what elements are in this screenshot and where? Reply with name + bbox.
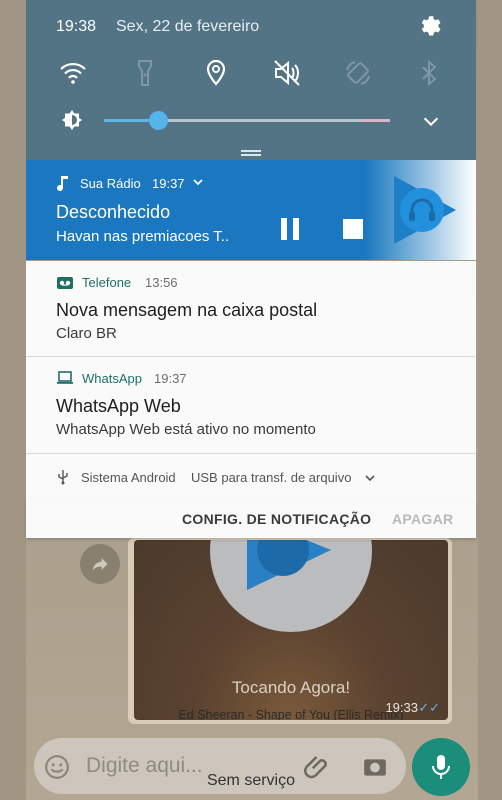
notification-settings-button[interactable]: CONFIG. DE NOTIFICAÇÃO bbox=[182, 511, 371, 527]
whatsapp-app-name: WhatsApp bbox=[82, 371, 142, 386]
whatsapp-title: WhatsApp Web bbox=[56, 396, 181, 416]
message-time: 19:33 bbox=[385, 700, 418, 715]
whatsapp-time: 19:37 bbox=[154, 371, 187, 386]
telefone-body: Claro BR bbox=[56, 325, 117, 342]
radio-time: 19:37 bbox=[152, 176, 185, 191]
brightness-track-end bbox=[362, 119, 390, 122]
stop-icon[interactable] bbox=[342, 218, 364, 240]
whatsapp-web-notification[interactable]: WhatsApp 19:37 WhatsApp Web WhatsApp Web… bbox=[26, 357, 476, 454]
pause-icon[interactable] bbox=[278, 216, 302, 242]
radio-track-title: Desconhecido bbox=[56, 202, 171, 222]
brightness-icon bbox=[62, 110, 82, 130]
message-image[interactable]: Tocando Agora! Ed Sheeran - Shape of You… bbox=[134, 540, 448, 720]
whatsapp-body: WhatsApp Web está ativo no momento bbox=[56, 421, 316, 438]
voicemail-icon bbox=[57, 277, 73, 289]
chevron-down-icon[interactable] bbox=[364, 472, 376, 484]
chevron-down-icon[interactable] bbox=[420, 110, 442, 132]
forward-button[interactable] bbox=[80, 544, 120, 584]
notification-actions: CONFIG. DE NOTIFICAÇÃO APAGAR bbox=[26, 500, 476, 538]
radio-notification[interactable]: Sua Rádio 19:37 Desconhecido Havan nas p… bbox=[26, 160, 476, 260]
no-service-label: Sem serviço bbox=[206, 772, 296, 789]
android-text: USB para transf. de arquivo bbox=[191, 470, 352, 485]
radio-track-subtitle: Havan nas premiacoes T.. bbox=[56, 228, 230, 245]
chat-background-edge-right bbox=[478, 0, 502, 800]
voicemail-notification[interactable]: Telefone 13:56 Nova mensagem na caixa po… bbox=[26, 261, 476, 357]
drag-handle[interactable] bbox=[241, 150, 261, 156]
radio-logo-icon bbox=[394, 176, 456, 244]
now-playing-label: Tocando Agora! bbox=[231, 678, 351, 697]
music-note-icon bbox=[57, 176, 68, 191]
auto-rotate-icon[interactable] bbox=[343, 58, 373, 88]
radio-app-name: Sua Rádio bbox=[80, 176, 141, 191]
telefone-app-name: Telefone bbox=[82, 275, 132, 290]
android-app-name: Sistema Android bbox=[81, 470, 176, 485]
flashlight-icon[interactable] bbox=[130, 58, 160, 88]
wifi-icon[interactable] bbox=[58, 58, 88, 88]
sound-muted-icon[interactable] bbox=[272, 58, 302, 88]
chat-background-edge-left bbox=[0, 0, 26, 800]
date[interactable]: Sex, 22 de fevereiro bbox=[116, 18, 259, 36]
brightness-slider-thumb[interactable] bbox=[149, 111, 169, 130]
telefone-title: Nova mensagem na caixa postal bbox=[56, 300, 318, 320]
telefone-time: 13:56 bbox=[145, 275, 178, 290]
usb-notification[interactable]: Sistema Android USB para transf. de arqu… bbox=[26, 454, 476, 501]
laptop-icon bbox=[57, 371, 73, 384]
usb-icon bbox=[58, 470, 68, 485]
chevron-down-icon[interactable] bbox=[192, 176, 204, 188]
clock: 19:38 bbox=[56, 18, 97, 35]
clear-all-button[interactable]: APAGAR bbox=[392, 511, 453, 527]
radio-logo-icon bbox=[247, 540, 331, 590]
location-icon[interactable] bbox=[201, 58, 231, 88]
forward-icon bbox=[92, 558, 108, 571]
quick-settings-panel: 19:38 Sex, 22 de fevereiro bbox=[26, 0, 476, 160]
bluetooth-icon[interactable] bbox=[414, 58, 444, 88]
gear-icon[interactable] bbox=[416, 13, 442, 39]
read-check-icon: ✓✓ bbox=[418, 700, 440, 715]
